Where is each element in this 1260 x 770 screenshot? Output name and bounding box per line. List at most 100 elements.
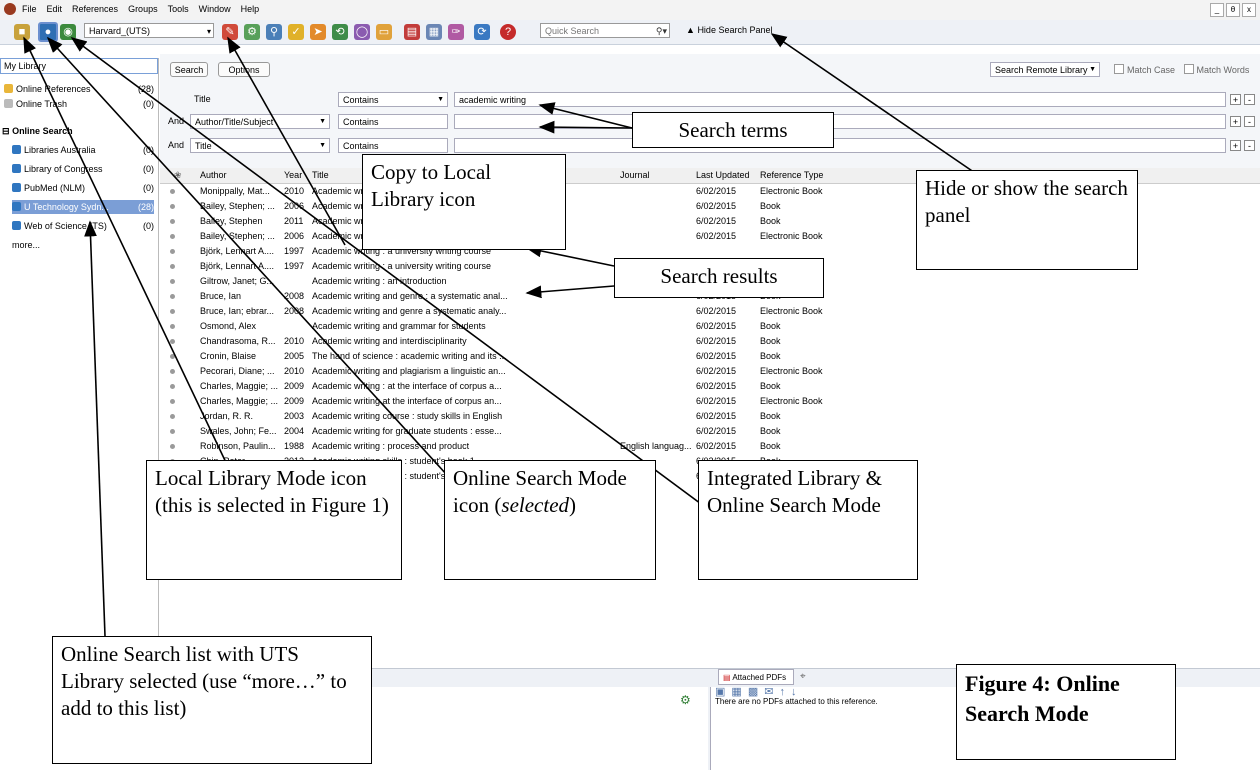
menu-references[interactable]: References [72,4,118,14]
quick-search-input[interactable]: Quick Search ⚲▾ [540,23,670,38]
search-icon[interactable]: ⚲ [266,24,282,40]
chevron-down-icon: ▼ [319,118,326,125]
sidebar-more-link[interactable]: more... [12,238,162,252]
insert-citation-icon[interactable]: ✓ [288,24,304,40]
add-row-icon[interactable]: + [1230,116,1241,127]
search-operator-select[interactable]: Contains ▼ [338,92,448,107]
search-field-select[interactable]: Author/Title/Subject ▼ [190,114,330,129]
table-row[interactable]: Bruce, Ian; ebrar... 2008 Academic writing… [160,305,1260,319]
table-row[interactable]: Osmond, Alex Academic writing and grammar… [160,320,1260,334]
search-button[interactable]: Search [170,62,208,77]
remove-row-icon[interactable]: - [1244,140,1255,151]
table-cell: 6/02/2015 [696,381,737,391]
tab-attached-pdfs[interactable]: ▤ Attached PDFs [718,669,794,685]
sidebar-item-web-of-science[interactable]: Web of Science (TS) (0) [12,219,154,233]
column-year[interactable]: Year [284,170,302,180]
read-status-icon [170,429,175,434]
sidebar-item-count: (0) [143,183,154,193]
open-folder-icon[interactable]: ▭ [376,24,392,40]
online-link-icon[interactable]: ◯ [354,24,370,40]
table-row[interactable]: Chandrasoma, R... 2010 Academic writing an… [160,335,1260,349]
help-icon[interactable]: ? [500,24,516,40]
column-title[interactable]: Title [312,170,329,180]
open-pdf-icon[interactable]: ▤ [404,24,420,40]
menu-edit[interactable]: Edit [47,4,63,14]
table-cell: Electronic Book [760,366,823,376]
my-library-header[interactable]: My Library [0,58,158,74]
table-cell: 2011 [284,216,304,226]
search-operator-select[interactable]: Contains [338,138,448,153]
table-row[interactable]: Charles, Maggie; ... 2009 Academic writing… [160,395,1260,409]
boolean-select[interactable]: And [164,114,186,129]
find-full-text-icon[interactable]: ⚙ [244,24,260,40]
table-cell: 6/02/2015 [696,366,737,376]
table-row[interactable]: Cronin, Blaise 2005 The hand of science : … [160,350,1260,364]
table-cell: 2009 [284,381,305,391]
sidebar-item-online-references[interactable]: Online References (28) [4,82,154,96]
online-search-group-header[interactable]: ⊟ Online Search [2,124,152,138]
add-row-icon[interactable]: + [1230,140,1241,151]
search-term-input[interactable] [454,138,1226,153]
sync-icon[interactable]: ⟳ [474,24,490,40]
table-row[interactable]: Charles, Maggie; ... 2009 Academic writing… [160,380,1260,394]
boolean-select[interactable]: And [164,138,186,153]
sidebar-item-library-of-congress[interactable]: Library of Congress (0) [12,162,154,176]
remove-row-icon[interactable]: - [1244,94,1255,105]
table-row[interactable]: Pecorari, Diane; ... 2010 Academic writing… [160,365,1260,379]
restore-button[interactable]: θ [1226,3,1240,17]
trash-icon [4,99,13,108]
table-cell: 2004 [284,426,305,436]
table-row[interactable]: Jordan, R. R. 2003 Academic writing course… [160,410,1260,424]
column-journal[interactable]: Journal [620,170,650,180]
table-row[interactable]: Robinson, Paulin... 1988 Academic writing … [160,440,1260,454]
sidebar-item-count: (0) [143,145,154,155]
table-cell: 6/02/2015 [696,441,737,451]
add-row-icon[interactable]: + [1230,94,1241,105]
remove-row-icon[interactable]: - [1244,116,1255,127]
sidebar-item-online-trash[interactable]: Online Trash (0) [4,97,154,111]
menu-file[interactable]: File [22,4,37,14]
copy-to-local-library-icon[interactable]: ✎ [222,24,238,40]
online-search-mode-icon[interactable]: ● [38,22,58,42]
menu-tools[interactable]: Tools [168,4,189,14]
search-term-input[interactable] [454,114,1226,129]
table-row[interactable]: Swales, John; Fe... 2004 Academic writing … [160,425,1260,439]
table-cell: 2010 [284,336,305,346]
search-operator-select[interactable]: Contains [338,114,448,129]
integrated-mode-icon[interactable]: ◉ [60,24,76,40]
annotate-icon[interactable]: ✑ [448,24,464,40]
return-to-word-icon[interactable]: ⟲ [332,24,348,40]
column-reference-type[interactable]: Reference Type [760,170,823,180]
layout-icon[interactable]: ▦ [426,24,442,40]
search-field-select[interactable]: Title [190,92,330,107]
search-term-input[interactable]: academic writing [454,92,1226,107]
table-cell: Swales, John; Fe... [200,426,277,436]
table-cell: Charles, Maggie; ... [200,396,279,406]
menu-help[interactable]: Help [241,4,260,14]
search-field-select[interactable]: Title ▼ [190,138,330,153]
sidebar-item-uts-library[interactable]: U Technology Sydn... (28) [12,200,154,214]
close-button[interactable]: x [1242,3,1256,17]
search-remote-library-select[interactable]: Search Remote Library ▼ [990,62,1100,77]
paperclip-icon[interactable]: ⌖ [800,671,806,682]
search-magnifier-icon[interactable]: ⚲▾ [656,24,667,39]
gear-icon[interactable]: ⚙ [680,693,691,707]
output-style-select[interactable]: Harvard_(UTS) ▾ [84,23,214,38]
search-field-value: Title [194,94,211,104]
match-words-checkbox[interactable] [1183,64,1194,74]
local-library-mode-icon[interactable]: ■ [14,24,30,40]
column-author[interactable]: Author [200,170,227,180]
sidebar-item-libraries-australia[interactable]: Libraries Australia (0) [12,143,154,157]
hide-search-panel-button[interactable]: ▲ Hide Search Panel [686,25,772,35]
table-cell: 6/02/2015 [696,351,737,361]
sidebar-item-pubmed[interactable]: PubMed (NLM) (0) [12,181,154,195]
minimize-button[interactable]: _ [1210,3,1224,17]
column-last-updated[interactable]: Last Updated [696,170,750,180]
format-bibliography-icon[interactable]: ➤ [310,24,326,40]
menu-groups[interactable]: Groups [128,4,158,14]
chevron-down-icon: ▾ [206,27,211,36]
menu-window[interactable]: Window [199,4,231,14]
match-case-checkbox[interactable] [1114,64,1124,74]
table-cell: Osmond, Alex [200,321,257,331]
options-button[interactable]: Options [218,62,270,77]
